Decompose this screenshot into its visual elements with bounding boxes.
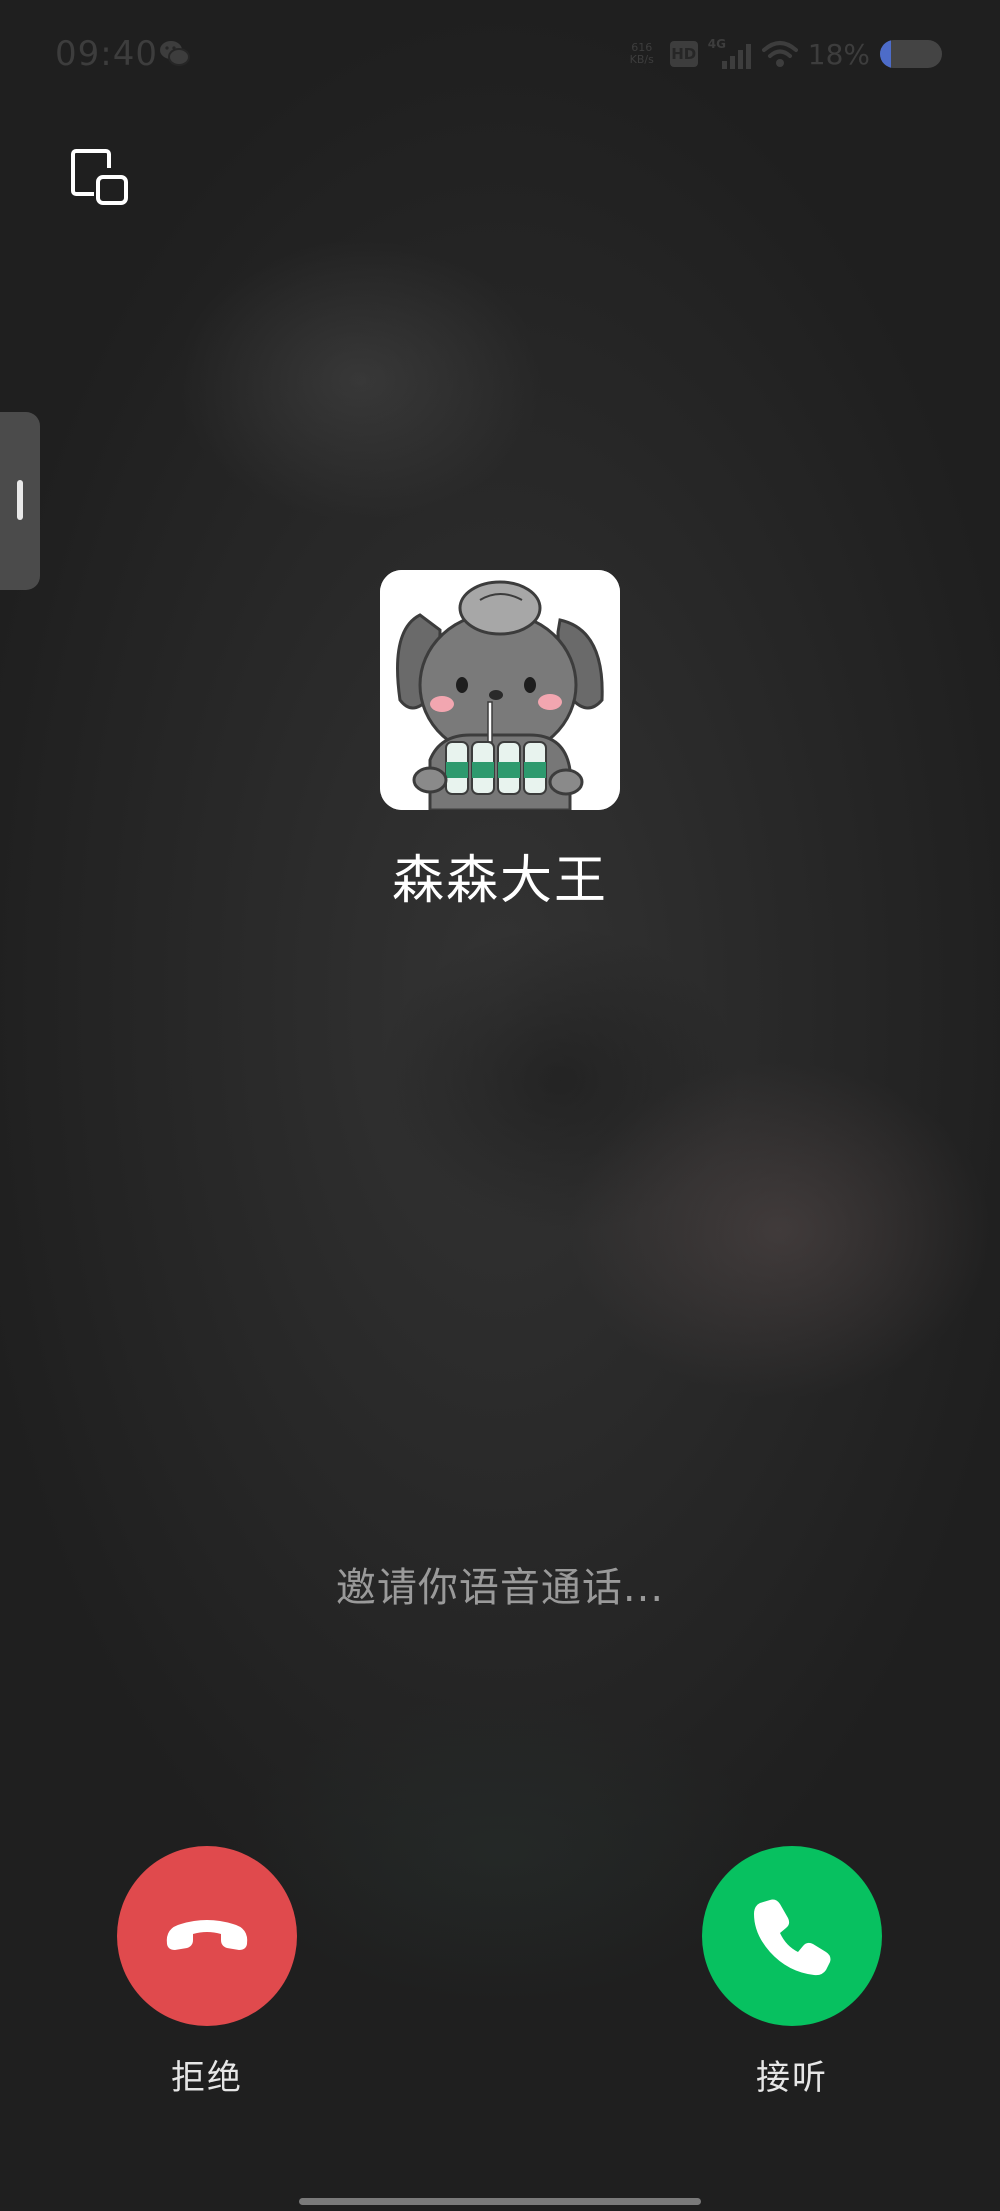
battery-level-fill xyxy=(880,40,892,68)
battery-icon xyxy=(880,40,942,68)
home-indicator[interactable] xyxy=(299,2198,701,2205)
hd-icon: HD xyxy=(669,41,698,67)
answer-button[interactable] xyxy=(702,1846,882,2026)
battery-percent: 18% xyxy=(807,37,870,71)
float-window-icon xyxy=(71,149,128,205)
decline-label: 拒绝 xyxy=(171,2058,243,2098)
phone-icon xyxy=(754,1899,831,1976)
status-bar: 09:40 616 KB/s HD 4G 18% xyxy=(0,0,1000,110)
caller-avatar xyxy=(380,570,620,810)
float-window-button[interactable] xyxy=(68,146,132,210)
answer-label: 接听 xyxy=(756,2058,828,2098)
network-speed: 616 KB/s xyxy=(624,42,660,66)
hang-up-icon xyxy=(166,1920,248,1950)
caller-name: 森森大王 xyxy=(391,851,608,911)
wifi-icon xyxy=(761,41,798,67)
network-speed-unit: KB/s xyxy=(629,53,654,66)
status-time: 09:40 xyxy=(55,34,158,74)
decline-button[interactable] xyxy=(117,1846,297,2026)
side-handle[interactable] xyxy=(0,412,40,590)
status-icons: 616 KB/s HD 4G 18% xyxy=(624,36,942,72)
wechat-icon xyxy=(160,41,190,66)
signal-icon: 4G xyxy=(708,37,752,71)
call-status-text: 邀请你语音通话... xyxy=(335,1565,665,1611)
side-handle-grip xyxy=(17,480,23,520)
